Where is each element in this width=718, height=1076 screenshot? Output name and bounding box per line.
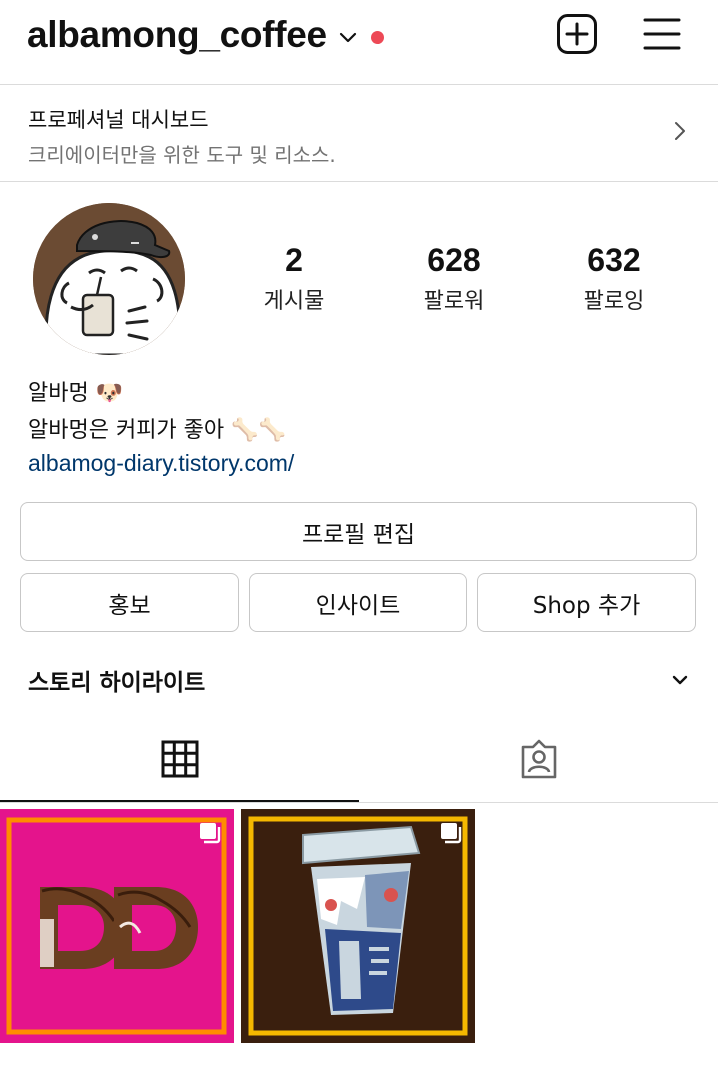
professional-dashboard[interactable]: 프로페셔널 대시보드 크리에이터만을 위한 도구 및 리소스. [0, 85, 718, 181]
notification-dot [370, 30, 384, 44]
add-shop-button[interactable]: Shop 추가 [477, 573, 696, 632]
insights-button[interactable]: 인사이트 [249, 573, 467, 632]
carousel-icon [198, 821, 222, 849]
profile-name: 알바멍 🐶 [28, 381, 124, 406]
story-highlights-label: 스토리 하이라이트 [28, 670, 206, 696]
followers-count[interactable]: 628 팔로워 [384, 240, 524, 315]
add-shop-label: Shop 추가 [532, 592, 641, 619]
profile-link[interactable]: albamog-diary.tistory.com/ [28, 450, 294, 477]
dashboard-title: 프로페셔널 대시보드 [28, 108, 209, 132]
username: albamong_coffee [27, 14, 327, 55]
stat-value: 632 [587, 242, 641, 278]
tab-tagged[interactable] [359, 720, 718, 802]
tagged-person-icon [519, 739, 559, 783]
stat-label: 게시물 [263, 289, 325, 314]
plus-square-icon [556, 13, 598, 59]
following-count[interactable]: 632 팔로잉 [544, 240, 684, 315]
divider [0, 802, 718, 803]
carousel-icon [439, 821, 463, 849]
grid-icon [161, 740, 199, 782]
edit-profile-button[interactable]: 프로필 편집 [20, 502, 697, 561]
top-bar: albamong_coffee [0, 0, 718, 84]
create-post-button[interactable] [555, 14, 599, 58]
stat-label: 팔로잉 [583, 289, 645, 314]
posts-count[interactable]: 2 게시물 [224, 240, 364, 315]
stat-label: 팔로워 [423, 289, 485, 314]
chevron-down-icon [339, 29, 357, 48]
dashboard-subtitle: 크리에이터만을 위한 도구 및 리소스. [28, 143, 336, 167]
chevron-down-icon [672, 671, 688, 690]
dog-character-avatar [33, 203, 185, 355]
story-highlights-toggle[interactable]: 스토리 하이라이트 [0, 655, 718, 705]
tab-posts-grid[interactable] [0, 720, 359, 802]
chevron-right-icon [674, 121, 686, 145]
post-thumbnail[interactable] [241, 809, 475, 1043]
account-switcher[interactable]: albamong_coffee [27, 14, 384, 56]
post-thumbnail[interactable] [0, 809, 234, 1043]
divider [0, 181, 718, 182]
menu-button[interactable] [640, 14, 684, 58]
stat-value: 2 [285, 242, 303, 278]
profile-bio: 알바멍은 커피가 좋아 🦴🦴 [28, 418, 286, 443]
avatar[interactable] [33, 203, 185, 355]
hamburger-menu-icon [642, 16, 682, 56]
stat-value: 628 [427, 242, 481, 278]
promote-button[interactable]: 홍보 [20, 573, 239, 632]
